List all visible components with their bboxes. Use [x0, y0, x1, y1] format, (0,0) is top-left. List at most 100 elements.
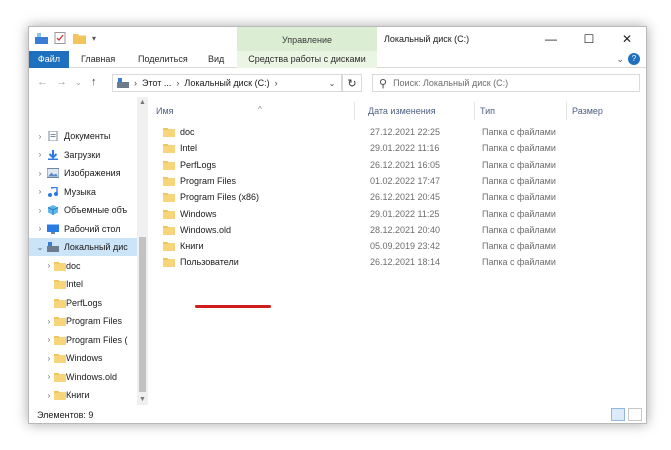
file-type: Папка с файлами — [482, 143, 556, 154]
scroll-up-icon[interactable]: ▲ — [137, 99, 148, 106]
large-icons-view-icon[interactable] — [628, 408, 642, 421]
file-row[interactable]: Intel 29.01.2022 11:16 Папка с файлами — [151, 141, 646, 157]
tab-share[interactable]: Поделиться — [130, 51, 196, 68]
column-header-name-label: Имя — [156, 106, 174, 116]
nav-tree-item[interactable]: › Program Files ( — [29, 331, 137, 349]
nav-tree-item[interactable]: › Загрузки — [29, 146, 137, 164]
file-row[interactable]: Пользователи 26.12.2021 18:14 Папка с файл… — [151, 255, 646, 271]
expand-chevron-icon[interactable]: › — [35, 224, 45, 233]
file-name-cell: PerfLogs — [163, 160, 216, 170]
file-date: 27.12.2021 22:25 — [370, 127, 441, 137]
nav-tree-label: Windows — [66, 353, 103, 363]
expand-chevron-icon[interactable]: › — [44, 317, 54, 326]
expand-chevron-icon[interactable]: › — [35, 169, 45, 178]
nav-tree-item[interactable]: Intel — [29, 275, 137, 293]
nav-tree-label: Загрузки — [64, 149, 101, 160]
expand-chevron-icon[interactable]: › — [44, 372, 54, 381]
expand-chevron-icon[interactable]: › — [44, 261, 54, 270]
explorer-app-icon — [35, 33, 48, 44]
new-folder-icon[interactable] — [73, 32, 86, 44]
tab-drive-tools[interactable]: Средства работы с дисками — [237, 51, 377, 68]
breadcrumb-local-disk[interactable]: Локальный диск (C:) — [184, 78, 269, 88]
file-name-cell: Книги — [163, 241, 204, 252]
help-icon[interactable]: ? — [628, 53, 640, 65]
expand-chevron-icon[interactable]: › — [44, 391, 54, 400]
file-row[interactable]: Windows 29.01.2022 11:25 Папка с файлами — [151, 207, 646, 223]
nav-tree-item[interactable]: › Объемные объ — [29, 201, 137, 219]
collapse-chevron-icon[interactable]: ⌄ — [35, 243, 45, 252]
address-dropdown-icon[interactable]: ⌄ — [324, 74, 340, 92]
minimize-icon[interactable]: — — [532, 27, 570, 51]
nav-tree-label: Intel — [66, 279, 84, 289]
scroll-down-icon[interactable]: ▼ — [137, 396, 148, 403]
breadcrumb-separator-icon: › — [134, 78, 137, 88]
column-header-type[interactable]: Тип — [475, 102, 567, 120]
file-row[interactable]: Windows.old 28.12.2021 20:40 Папка с файла… — [151, 223, 646, 239]
window-title: Локальный диск (C:) — [384, 34, 470, 44]
forward-arrow-icon[interactable]: → — [56, 76, 67, 88]
maximize-icon[interactable]: ☐ — [570, 27, 608, 51]
folder-icon — [163, 258, 175, 268]
nav-tree-item[interactable]: › Рабочий стол — [29, 220, 137, 238]
column-header-name[interactable]: Имя ^ — [151, 102, 355, 120]
recent-locations-icon[interactable]: ⌄ — [75, 78, 82, 87]
expand-chevron-icon[interactable]: › — [44, 335, 54, 344]
expand-chevron-icon[interactable]: › — [35, 132, 45, 141]
up-arrow-icon[interactable]: ↑ — [91, 76, 97, 88]
expand-chevron-icon[interactable]: › — [35, 187, 45, 196]
folder-icon — [163, 225, 175, 235]
scrollbar-thumb[interactable] — [139, 237, 146, 392]
nav-tree-item[interactable]: › Книги — [29, 386, 137, 404]
file-row[interactable]: doc 27.12.2021 22:25 Папка с файлами — [151, 125, 646, 141]
file-row[interactable]: PerfLogs 26.12.2021 16:05 Папка с файлами — [151, 158, 646, 174]
column-header-size[interactable]: Размер — [567, 102, 646, 120]
nav-scrollbar[interactable]: ▲ ▼ — [137, 97, 148, 405]
nav-tree-item[interactable]: › Windows.old — [29, 368, 137, 386]
nav-tree-item[interactable]: › doc — [29, 257, 137, 275]
quick-access-toolbar: ▾ — [35, 32, 96, 44]
file-type: Папка с файлами — [482, 224, 556, 235]
properties-icon[interactable] — [54, 32, 67, 44]
file-name-cell: Program Files — [163, 176, 236, 186]
file-date: 29.01.2022 11:16 — [370, 143, 440, 154]
folder-icon — [54, 372, 66, 382]
address-bar[interactable]: › Этот ... › Локальный диск (C:) › — [112, 74, 342, 92]
close-icon[interactable]: ✕ — [608, 27, 646, 51]
expand-chevron-icon[interactable]: › — [35, 150, 45, 159]
breadcrumb-this-pc[interactable]: Этот ... — [142, 78, 171, 88]
file-row[interactable]: Книги 05.09.2019 23:42 Папка с файлами — [151, 239, 646, 255]
file-date: 26.12.2021 18:14 — [370, 257, 441, 268]
nav-tree-item[interactable]: › Windows — [29, 349, 137, 367]
expand-chevron-icon[interactable]: › — [35, 206, 45, 215]
nav-tree-label: Локальный дис — [64, 242, 128, 252]
folder-icon — [54, 391, 66, 400]
drive-icon — [117, 78, 129, 88]
breadcrumb-separator-icon: › — [176, 78, 180, 88]
back-arrow-icon[interactable]: ← — [37, 76, 48, 88]
nav-tree-item[interactable]: › Program Files — [29, 312, 137, 330]
refresh-icon[interactable]: ↻ — [342, 74, 362, 92]
nav-tree-item[interactable]: ⌄ Локальный дис — [29, 238, 137, 256]
expand-chevron-icon[interactable]: › — [44, 354, 54, 363]
tab-view[interactable]: Вид — [200, 51, 232, 68]
tab-file[interactable]: Файл — [29, 51, 69, 68]
tab-home[interactable]: Главная — [73, 51, 123, 68]
nav-tree-label: Program Files — [66, 316, 123, 326]
file-name: doc — [180, 127, 195, 137]
file-row[interactable]: Program Files (x86) 26.12.2021 20:45 Папка… — [151, 190, 646, 206]
customize-toolbar-icon[interactable]: ▾ — [92, 34, 96, 43]
column-header-date[interactable]: Дата изменения — [363, 102, 475, 120]
file-date: 05.09.2019 23:42 — [370, 241, 441, 252]
nav-tree-label: Windows.old — [66, 371, 118, 382]
nav-tree-item[interactable]: PerfLogs — [29, 294, 137, 312]
file-name: Program Files — [180, 175, 237, 186]
file-row[interactable]: Program Files 01.02.2022 17:47 Папка с фай… — [151, 174, 646, 190]
nav-tree-item[interactable]: › Музыка — [29, 183, 137, 201]
search-input[interactable]: ⚲ Поиск: Локальный диск (C:) — [372, 74, 640, 92]
nav-tree-item[interactable]: › Изображения — [29, 164, 137, 182]
details-view-icon[interactable] — [611, 408, 625, 421]
nav-tree-item[interactable]: › Документы — [29, 127, 137, 145]
ribbon-expand-icon[interactable]: ⌄ — [616, 54, 624, 65]
folder-icon — [163, 128, 175, 137]
file-list: Имя ^ Дата изменения Тип Размер doc 27.12… — [151, 97, 646, 405]
